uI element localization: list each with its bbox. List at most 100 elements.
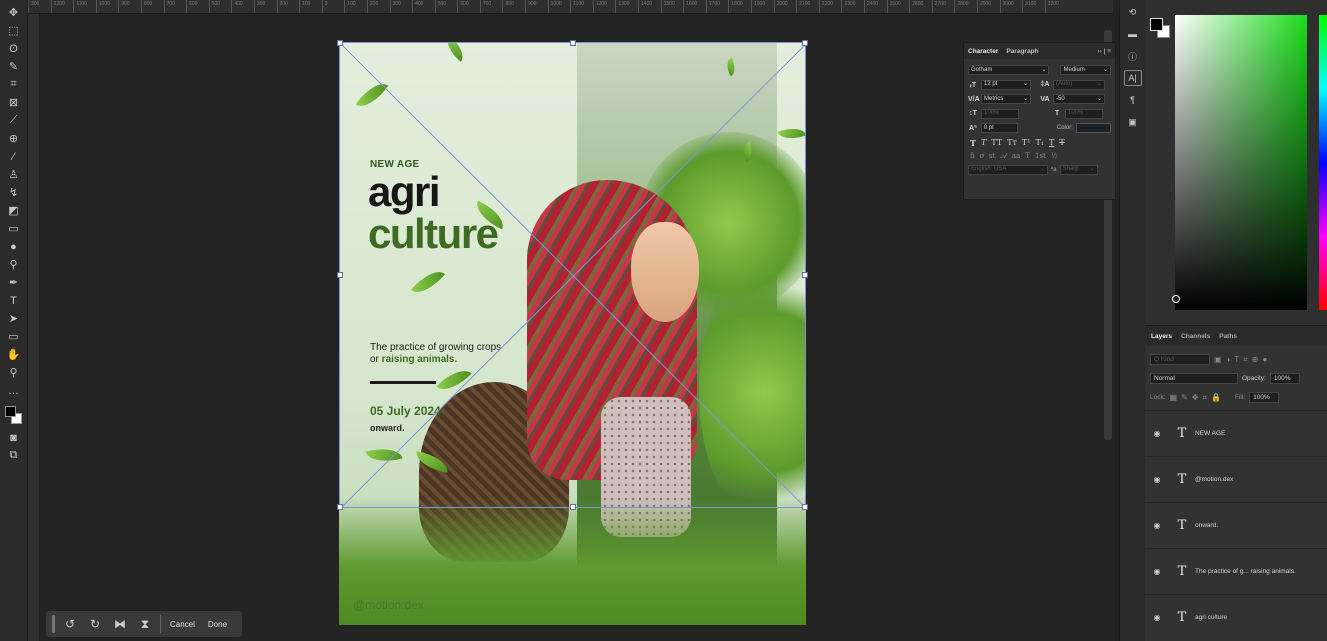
transform-handle-top-right[interactable]	[802, 40, 808, 46]
tab-character[interactable]: Character	[968, 48, 998, 55]
color-picker-field[interactable]	[1175, 15, 1307, 310]
font-size-field[interactable]: 12 pt ⌄	[981, 79, 1031, 90]
poster-description[interactable]: The practice of growing crops or raising…	[370, 342, 530, 366]
leading-field[interactable]: (Auto) ⌄	[1053, 79, 1105, 90]
tab-channels[interactable]: Channels	[1181, 333, 1210, 340]
panel-menu-icon[interactable]: ›› | ≡	[1097, 48, 1111, 55]
strikethrough-icon[interactable]: T	[1059, 138, 1064, 148]
layer-row[interactable]: ◉ T NEW AGE	[1145, 410, 1327, 455]
antialias-select[interactable]: Sharp ⌄	[1059, 164, 1098, 175]
crop-tool-icon[interactable]: ⌗	[4, 76, 24, 93]
layer-row[interactable]: ◉ T The practice of g... raising animals…	[1145, 548, 1327, 593]
poster-onward-text[interactable]: onward.	[370, 423, 405, 433]
language-select[interactable]: English: USA ⌄	[968, 164, 1048, 175]
poster-credit[interactable]: @motion.dex	[353, 598, 424, 612]
visibility-eye-icon[interactable]: ◉	[1145, 429, 1169, 438]
gradient-tool-icon[interactable]: ▭	[4, 220, 24, 237]
blur-tool-icon[interactable]: ●	[4, 238, 24, 255]
small-caps-icon[interactable]: Tт	[1007, 138, 1017, 148]
discretionary-ligatures-icon[interactable]: st	[989, 152, 995, 161]
eraser-tool-icon[interactable]: ◩	[4, 202, 24, 219]
character-panel-icon[interactable]: A|	[1123, 70, 1142, 86]
transform-handle-middle-right[interactable]	[802, 272, 808, 278]
move-tool-icon[interactable]: ✥	[4, 4, 24, 21]
color-swatches[interactable]	[3, 404, 25, 428]
paragraph-panel-icon[interactable]: ¶	[1124, 92, 1142, 108]
transform-handle-bottom-right[interactable]	[802, 504, 808, 510]
zoom-tool-icon[interactable]: ⚲	[4, 364, 24, 381]
history-brush-tool-icon[interactable]: ↯	[4, 184, 24, 201]
poster-artboard[interactable]: NEW AGE agri culture The practice of gro…	[339, 42, 806, 625]
comments-panel-icon[interactable]: ▬	[1124, 26, 1142, 42]
ordinals-icon[interactable]: 1st	[1035, 152, 1046, 161]
rotate-cw-icon[interactable]: ↻	[85, 614, 105, 634]
transform-handle-bottom-left[interactable]	[337, 504, 343, 510]
drag-grip-icon[interactable]	[52, 615, 55, 633]
layer-row[interactable]: ◉ T agri culture	[1145, 594, 1327, 639]
layer-filter-select[interactable]: Q Kind	[1150, 354, 1210, 365]
info-panel-icon[interactable]: ⓘ	[1124, 48, 1142, 64]
subscript-icon[interactable]: T₁	[1035, 138, 1044, 148]
underline-icon[interactable]: T	[1049, 138, 1054, 148]
horizontal-scale-field[interactable]: 100%	[1065, 108, 1103, 119]
healing-tool-icon[interactable]: ⊕	[4, 130, 24, 147]
superscript-icon[interactable]: T¹	[1022, 138, 1031, 148]
opacity-field[interactable]: 100%	[1269, 373, 1300, 384]
flip-horizontal-icon[interactable]: ⧓	[110, 614, 130, 634]
top-ruler[interactable]: 300 1200 1100 1000 900 800 700 600 500 400 300 200 1…	[28, 0, 1113, 14]
done-button[interactable]: Done	[204, 620, 231, 629]
hand-tool-icon[interactable]: ✋	[4, 346, 24, 363]
stylistic-alternates-icon[interactable]: aa	[1012, 152, 1020, 161]
visibility-eye-icon[interactable]: ◉	[1145, 521, 1169, 530]
tab-layers[interactable]: Layers	[1151, 333, 1172, 340]
quick-mask-icon[interactable]: ◙	[4, 429, 24, 446]
transform-handle-middle-left[interactable]	[337, 272, 343, 278]
pen-tool-icon[interactable]: ✒	[4, 274, 24, 291]
layer-row[interactable]: ◉ T @motion.dex	[1145, 456, 1327, 501]
screen-mode-icon[interactable]: ⧉	[4, 447, 24, 464]
brush-tool-icon[interactable]: ∕	[4, 148, 24, 165]
rectangle-tool-icon[interactable]: ▭	[4, 328, 24, 345]
foreground-color-swatch[interactable]	[1150, 18, 1163, 31]
fractions-icon[interactable]: ½	[1051, 152, 1058, 161]
tracking-field[interactable]: -50 ⌄	[1053, 94, 1105, 105]
baseline-shift-field[interactable]: 0 pt	[980, 123, 1018, 134]
marquee-tool-icon[interactable]: ⬚	[4, 22, 24, 39]
text-color-swatch[interactable]	[1075, 123, 1111, 134]
all-caps-icon[interactable]: TT	[991, 138, 1002, 148]
left-ruler[interactable]	[28, 14, 40, 641]
color-picker-cursor[interactable]	[1172, 295, 1180, 303]
dodge-tool-icon[interactable]: ⚲	[4, 256, 24, 273]
path-select-tool-icon[interactable]: ➤	[4, 310, 24, 327]
font-style-select[interactable]: Medium ⌄	[1060, 65, 1111, 76]
visibility-eye-icon[interactable]: ◉	[1145, 475, 1169, 484]
faux-bold-icon[interactable]: T	[970, 138, 976, 148]
font-family-select[interactable]: Gotham ⌄	[968, 65, 1050, 76]
poster-title-line2[interactable]: culture	[368, 212, 499, 256]
tab-paths[interactable]: Paths	[1219, 333, 1237, 340]
titling-alternates-icon[interactable]: T	[1025, 152, 1030, 161]
frame-tool-icon[interactable]: ⊠	[4, 94, 24, 111]
swash-icon[interactable]: 𝒜	[1000, 152, 1007, 161]
glyphs-panel-icon[interactable]: ▣	[1124, 114, 1142, 130]
flip-vertical-icon[interactable]: ⧗	[135, 614, 155, 634]
vertical-scale-field[interactable]: 100%	[981, 108, 1019, 119]
quick-select-tool-icon[interactable]: ✎	[4, 58, 24, 75]
fill-field[interactable]: 100%	[1249, 392, 1280, 403]
kerning-select[interactable]: Metrics ⌄	[981, 94, 1031, 105]
history-panel-icon[interactable]: ⟲	[1124, 4, 1142, 20]
faux-italic-icon[interactable]: T	[981, 138, 986, 148]
transform-handle-top-center[interactable]	[569, 40, 576, 46]
lock-icons[interactable]: ▦✎✥⌗🔒	[1170, 393, 1225, 403]
eyedropper-tool-icon[interactable]: ⟋	[4, 112, 24, 129]
lasso-tool-icon[interactable]: ʘ	[4, 40, 24, 57]
visibility-eye-icon[interactable]: ◉	[1145, 613, 1169, 622]
transform-handle-bottom-center[interactable]	[569, 504, 576, 510]
tab-paragraph[interactable]: Paragraph	[1006, 48, 1038, 55]
layer-row[interactable]: ◉ T onward.	[1145, 502, 1327, 547]
poster-date[interactable]: 05 July 2024	[370, 404, 441, 418]
old-style-icon[interactable]: ơ	[980, 152, 984, 161]
type-tool-icon[interactable]: T	[4, 292, 24, 309]
transform-handle-top-left[interactable]	[337, 40, 343, 46]
more-tools-icon[interactable]: …	[4, 382, 24, 399]
